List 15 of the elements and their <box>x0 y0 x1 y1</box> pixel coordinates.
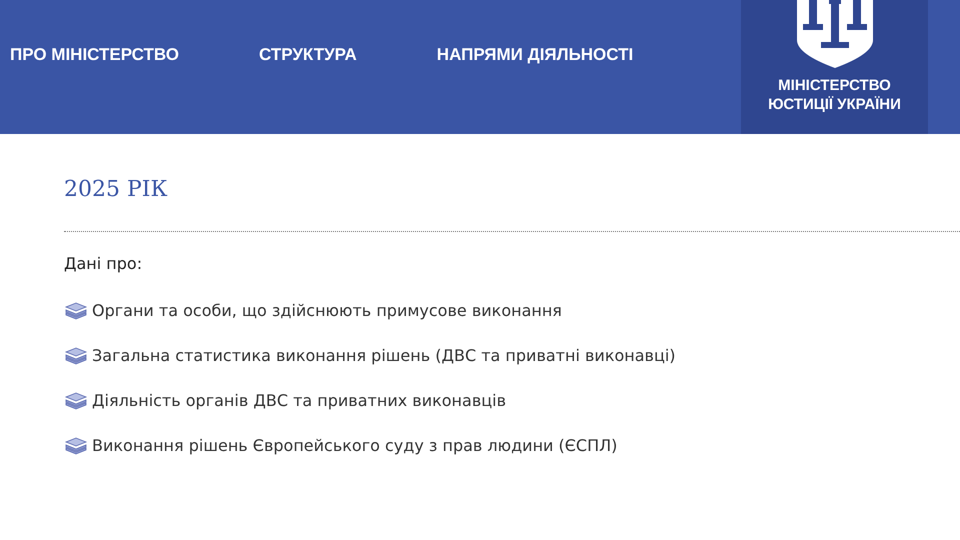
intro-text: Дані про: <box>64 254 144 274</box>
nav-link[interactable]: НАПРЯМИ ДІЯЛЬНОСТІ <box>436 45 634 65</box>
stack-icon <box>64 392 88 410</box>
stack-icon <box>64 346 88 364</box>
section-title: 2025 РІК <box>64 176 169 204</box>
data-link[interactable]: Діяльність органів ДВС та приватних виконавців <box>92 391 506 410</box>
logo-text: МІНІСТЕРСТВО <box>778 76 891 95</box>
data-link[interactable]: Загальна статистика виконання рішень (ДВС та приватні виконавці) <box>92 346 676 365</box>
data-link[interactable]: Виконання рішень Європейського суду з прав людини (ЄСПЛ) <box>92 436 618 455</box>
nav-link[interactable]: ПРО МІНІСТЕРСТВО <box>10 45 179 65</box>
nav-link[interactable]: СТРУКТУРА <box>258 45 357 65</box>
logo-text: ЮСТИЦІЇ УКРАЇНИ <box>768 95 901 114</box>
data-link[interactable]: Органи та особи, що здійснюють примусове виконання <box>92 301 562 320</box>
stack-icon <box>64 436 88 454</box>
stack-icon <box>64 302 88 320</box>
